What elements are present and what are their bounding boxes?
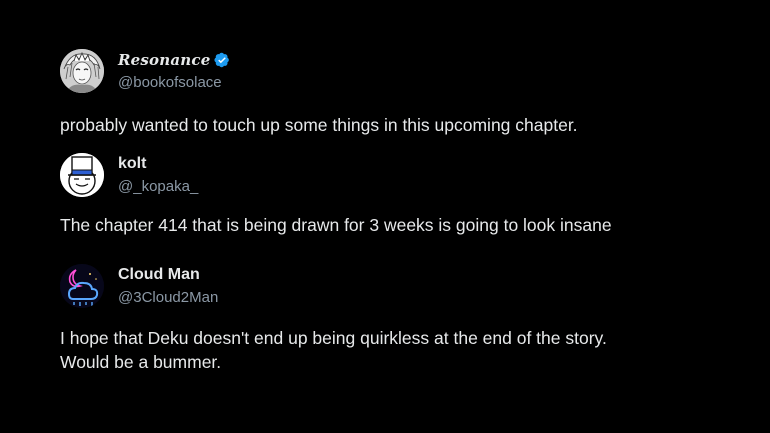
display-name[interactable]: Cloud Man bbox=[118, 266, 200, 284]
post-text: I hope that Deku doesn't end up being qu… bbox=[60, 326, 607, 374]
post-text-line: I hope that Deku doesn't end up being qu… bbox=[60, 328, 607, 348]
neon-cloud-moon-avatar-icon bbox=[60, 264, 104, 308]
avatar-cloud-man[interactable] bbox=[60, 264, 104, 308]
post-text-line: Would be a bummer. bbox=[60, 352, 222, 372]
post-cloud-man: Cloud Man @3Cloud2Man I hope that Deku d… bbox=[0, 0, 770, 433]
handle[interactable]: @3Cloud2Man bbox=[118, 289, 218, 306]
name-row: Cloud Man bbox=[118, 266, 200, 284]
